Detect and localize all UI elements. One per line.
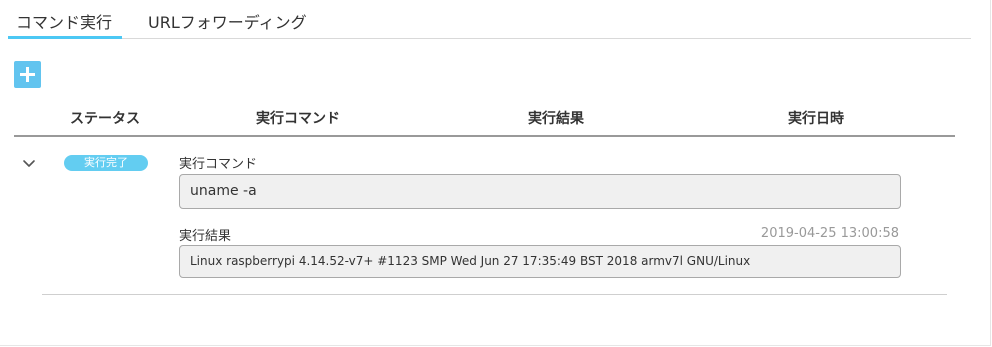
command-panel: コマンド実行 URLフォワーディング ステータス 実行コマンド 実行結果 実行日… <box>0 0 991 346</box>
command-field[interactable]: uname -a <box>179 174 901 209</box>
table-header: ステータス 実行コマンド 実行結果 実行日時 <box>14 100 955 137</box>
header-result: 実行結果 <box>528 111 584 127</box>
command-label: 実行コマンド <box>179 157 258 172</box>
tab-bar: コマンド実行 URLフォワーディング <box>8 0 971 39</box>
executed-at: 2019-04-25 13:00:58 <box>760 226 899 241</box>
result-label: 実行結果 <box>179 229 232 244</box>
result-field[interactable]: Linux raspberrypi 4.14.52-v7+ #1123 SMP … <box>179 245 901 278</box>
tab-url-forwarding[interactable]: URLフォワーディング <box>148 9 307 33</box>
header-datetime: 実行日時 <box>788 111 844 127</box>
add-command-button[interactable] <box>14 61 41 88</box>
header-status: ステータス <box>70 111 140 127</box>
header-command: 実行コマンド <box>256 111 340 127</box>
chevron-down-icon[interactable] <box>22 156 36 170</box>
active-tab-indicator <box>8 36 122 39</box>
status-badge: 実行完了 <box>64 155 148 171</box>
tab-command-execution[interactable]: コマンド実行 <box>16 9 112 33</box>
row-divider <box>42 294 947 295</box>
